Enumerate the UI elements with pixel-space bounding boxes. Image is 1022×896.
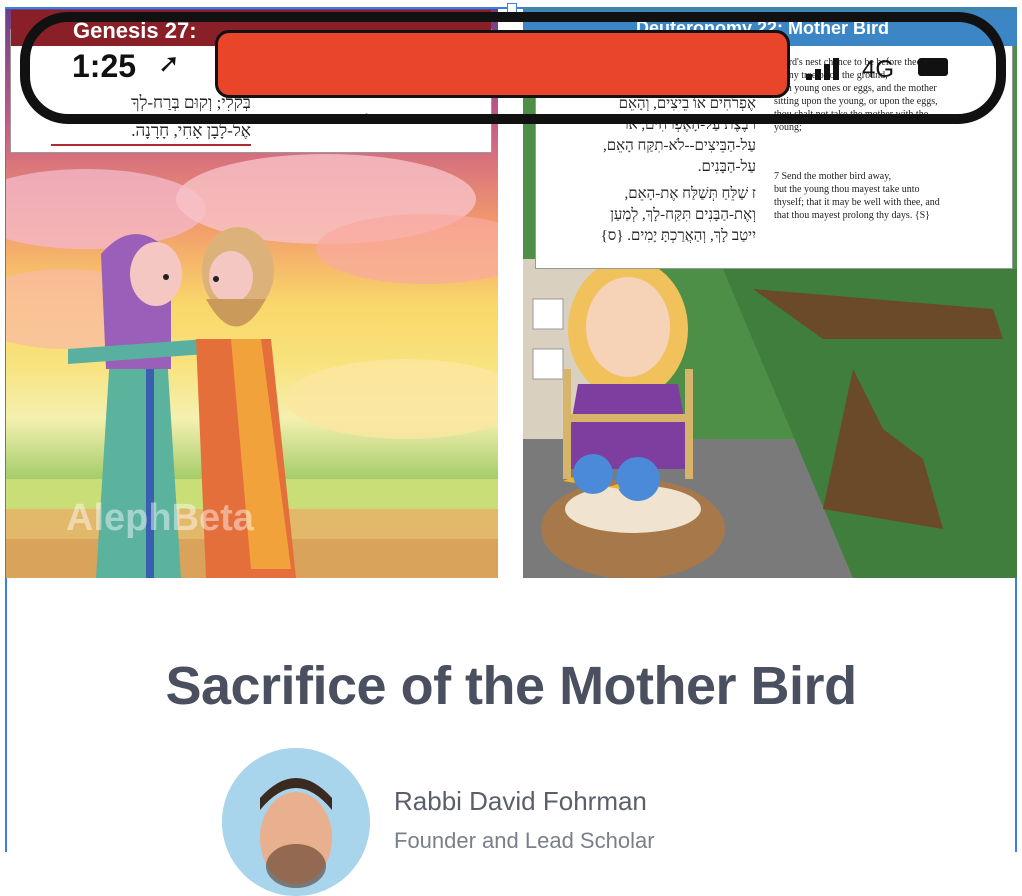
hebrew-line: עַל-הַבָּנִים. bbox=[697, 159, 756, 175]
english-line: 7 Send the mother bird away, bbox=[774, 171, 892, 182]
signal-icon bbox=[806, 58, 840, 80]
avatar bbox=[222, 748, 370, 896]
hebrew-line: יִיטַב לָךְ, וְהַאֲרַכְתָּ יָמִים. {ס} bbox=[600, 228, 756, 244]
english-line: but the young thou mayest take unto bbox=[774, 184, 920, 195]
redaction-box bbox=[215, 30, 790, 98]
page-title: Sacrifice of the Mother Bird bbox=[165, 656, 857, 716]
status-time: 1:25 bbox=[72, 48, 137, 84]
hebrew-line: עַל-הַבֵּיצִים--לֹא-תִקַּח הָאֵם, bbox=[603, 138, 756, 154]
network-label: 4G bbox=[862, 56, 895, 83]
battery-icon bbox=[918, 58, 948, 76]
watermark: AlephBeta bbox=[66, 497, 254, 539]
english-line: that thou mayest prolong thy days. {S} bbox=[774, 210, 930, 221]
hebrew-line: ז שַׁלֵּחַ תְּשַׁלַּח אֶת-הָאֵם, bbox=[624, 186, 757, 202]
location-arrow-icon: ➚ bbox=[158, 48, 180, 78]
avatar-portrait bbox=[222, 748, 370, 896]
hebrew-line: וְאֶת-הַבָּנִים תִּקַּח-לָךְ, לְמַעַן bbox=[610, 207, 756, 223]
english-line: thyself; that it may be well with thee, … bbox=[774, 197, 940, 208]
author-role: Founder and Lead Scholar bbox=[394, 828, 655, 853]
author-name[interactable]: Rabbi David Fohrman bbox=[394, 786, 647, 817]
